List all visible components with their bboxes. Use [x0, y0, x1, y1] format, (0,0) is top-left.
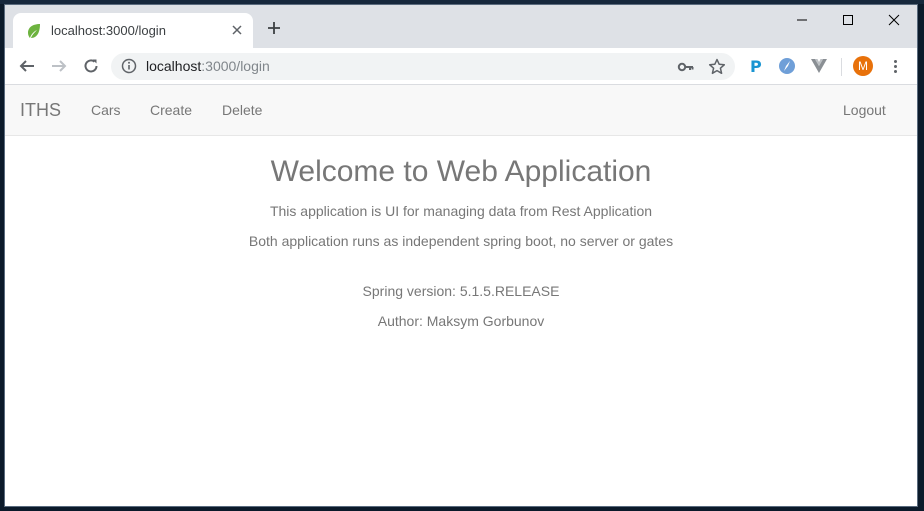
- browser-tab[interactable]: localhost:3000/login: [13, 13, 253, 48]
- tab-title: localhost:3000/login: [51, 23, 166, 38]
- nav-link-delete[interactable]: Delete: [222, 102, 262, 118]
- browser-window: localhost:3000/login localhost:3000/logi…: [4, 4, 918, 507]
- vue-devtools-icon[interactable]: [809, 56, 829, 76]
- nav-link-cars[interactable]: Cars: [91, 102, 121, 118]
- key-icon[interactable]: [677, 58, 695, 76]
- browser-toolbar: localhost:3000/login P M: [5, 48, 917, 85]
- spring-leaf-icon: [25, 22, 43, 40]
- logout-link[interactable]: Logout: [843, 102, 886, 118]
- tab-strip: localhost:3000/login: [5, 5, 917, 48]
- tab-close-icon[interactable]: [227, 20, 247, 40]
- compass-extension-icon[interactable]: [777, 56, 797, 76]
- toolbar-separator: [841, 58, 842, 76]
- menu-dots-icon[interactable]: [885, 56, 905, 76]
- brand-link[interactable]: ITHS: [20, 100, 61, 121]
- minimize-button[interactable]: [779, 5, 825, 35]
- close-window-button[interactable]: [871, 5, 917, 35]
- spring-version-text: Spring version: 5.1.5.RELEASE: [362, 283, 560, 299]
- svg-text:P: P: [750, 57, 762, 75]
- star-icon[interactable]: [707, 57, 727, 77]
- url-path: :3000/login: [201, 58, 270, 74]
- author-text: Author: Maksym Gorbunov: [377, 313, 545, 329]
- reload-icon[interactable]: [79, 54, 103, 78]
- page-title: Welcome to Web Application: [270, 155, 652, 188]
- url-host: localhost: [146, 58, 202, 74]
- maximize-button[interactable]: [825, 5, 871, 35]
- new-tab-button[interactable]: [263, 17, 285, 39]
- address-bar[interactable]: localhost:3000/login: [111, 53, 735, 80]
- p-extension-icon[interactable]: P: [745, 56, 765, 76]
- description-text: This application is UI for managing data…: [269, 203, 653, 219]
- info-icon[interactable]: [121, 58, 137, 74]
- url-text: localhost:3000/login: [146, 58, 270, 74]
- profile-avatar[interactable]: M: [853, 56, 873, 76]
- back-arrow-icon[interactable]: [15, 54, 39, 78]
- description-text-2: Both application runs as independent spr…: [248, 233, 674, 249]
- nav-link-create[interactable]: Create: [150, 102, 192, 118]
- web-page: ITHS Cars Create Delete Logout Welcome t…: [5, 85, 917, 506]
- app-navbar: ITHS Cars Create Delete Logout: [5, 85, 917, 136]
- forward-arrow-icon[interactable]: [47, 54, 71, 78]
